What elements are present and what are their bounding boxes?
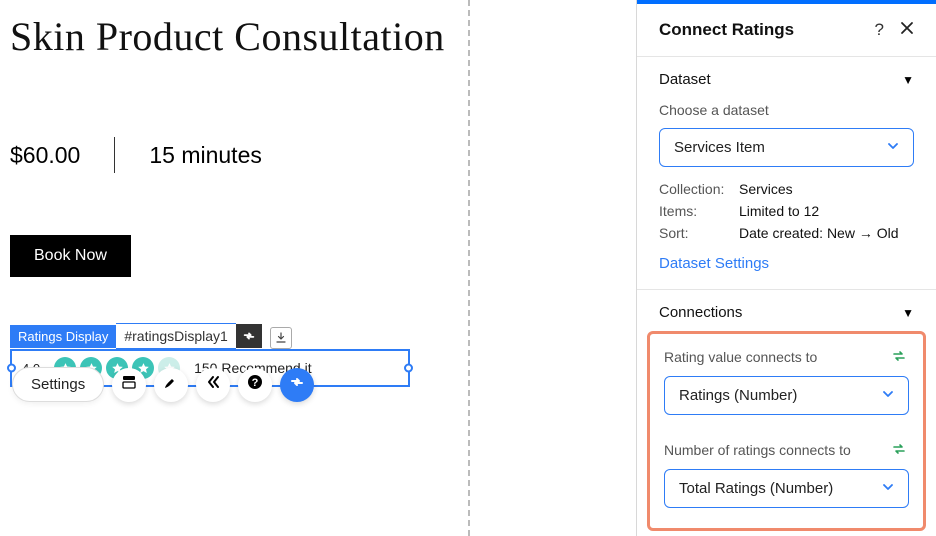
chevron-down-icon: ▼ bbox=[902, 306, 914, 320]
price-row: $60.00 15 minutes bbox=[10, 137, 458, 173]
num-ratings-select[interactable]: Total Ratings (Number) bbox=[664, 469, 909, 508]
paintbrush-icon bbox=[163, 374, 179, 395]
choose-dataset-label: Choose a dataset bbox=[659, 102, 914, 118]
chevron-down-icon bbox=[887, 139, 899, 156]
dataset-section-header[interactable]: Dataset ▼ bbox=[659, 71, 914, 88]
rating-value-select-value: Ratings (Number) bbox=[679, 387, 797, 404]
close-icon[interactable] bbox=[900, 20, 914, 40]
chevron-down-icon bbox=[882, 387, 894, 404]
page-title: Skin Product Consultation bbox=[10, 11, 458, 63]
element-connect-indicator[interactable] bbox=[236, 324, 262, 348]
chevron-down-icon: ▼ bbox=[902, 73, 914, 87]
panel-title: Connect Ratings bbox=[659, 20, 794, 40]
connect-to-data-button[interactable] bbox=[280, 368, 314, 402]
connect-icon bbox=[289, 374, 305, 395]
connections-highlight-box: Rating value connects to Ratings (Number… bbox=[647, 331, 926, 531]
question-icon: ? bbox=[247, 374, 263, 395]
settings-button[interactable]: Settings bbox=[12, 367, 104, 402]
rating-value-select[interactable]: Ratings (Number) bbox=[664, 376, 909, 415]
items-value: Limited to 12 bbox=[739, 203, 819, 219]
collection-label: Collection: bbox=[659, 181, 739, 197]
connect-panel: Connect Ratings ? Dataset ▼ Choose a dat… bbox=[636, 0, 936, 536]
book-now-button[interactable]: Book Now bbox=[10, 235, 131, 277]
connections-section-header[interactable]: Connections ▼ bbox=[659, 304, 914, 321]
dataset-section-title: Dataset bbox=[659, 71, 711, 88]
animation-button[interactable] bbox=[196, 368, 230, 402]
price: $60.00 bbox=[10, 142, 80, 169]
download-button[interactable] bbox=[270, 327, 292, 349]
sort-label: Sort: bbox=[659, 225, 739, 241]
element-type-tag: Ratings Display bbox=[10, 325, 116, 348]
items-label: Items: bbox=[659, 203, 739, 219]
element-id-tag: #ratingsDisplay1 bbox=[116, 323, 236, 349]
help-icon[interactable]: ? bbox=[875, 20, 884, 40]
resize-handle-right[interactable] bbox=[404, 364, 413, 373]
sort-value: Date created: New → Old bbox=[739, 225, 899, 241]
connect-icon bbox=[242, 329, 256, 343]
rating-value-label: Rating value connects to bbox=[664, 349, 817, 365]
layout-button[interactable] bbox=[112, 368, 146, 402]
layout-icon bbox=[121, 374, 137, 395]
collection-value: Services bbox=[739, 181, 793, 197]
design-button[interactable] bbox=[154, 368, 188, 402]
dataset-settings-link[interactable]: Dataset Settings bbox=[659, 255, 769, 272]
chevron-down-icon bbox=[882, 480, 894, 497]
num-ratings-select-value: Total Ratings (Number) bbox=[679, 480, 833, 497]
swap-icon[interactable] bbox=[891, 348, 909, 366]
vertical-divider bbox=[114, 137, 115, 173]
canvas-divider bbox=[468, 0, 636, 536]
svg-text:?: ? bbox=[252, 377, 259, 389]
connections-section-title: Connections bbox=[659, 304, 742, 321]
help-button[interactable]: ? bbox=[238, 368, 272, 402]
duration: 15 minutes bbox=[149, 142, 262, 169]
element-toolbar: Settings ? bbox=[12, 367, 314, 402]
download-icon bbox=[275, 332, 287, 344]
num-ratings-label: Number of ratings connects to bbox=[664, 442, 851, 458]
dataset-select[interactable]: Services Item bbox=[659, 128, 914, 167]
chevrons-icon bbox=[205, 374, 221, 395]
dataset-select-value: Services Item bbox=[674, 139, 765, 156]
element-tag-bar: Ratings Display #ratingsDisplay1 bbox=[10, 323, 458, 349]
editor-canvas: Skin Product Consultation $60.00 15 minu… bbox=[0, 0, 468, 536]
swap-icon[interactable] bbox=[891, 441, 909, 459]
